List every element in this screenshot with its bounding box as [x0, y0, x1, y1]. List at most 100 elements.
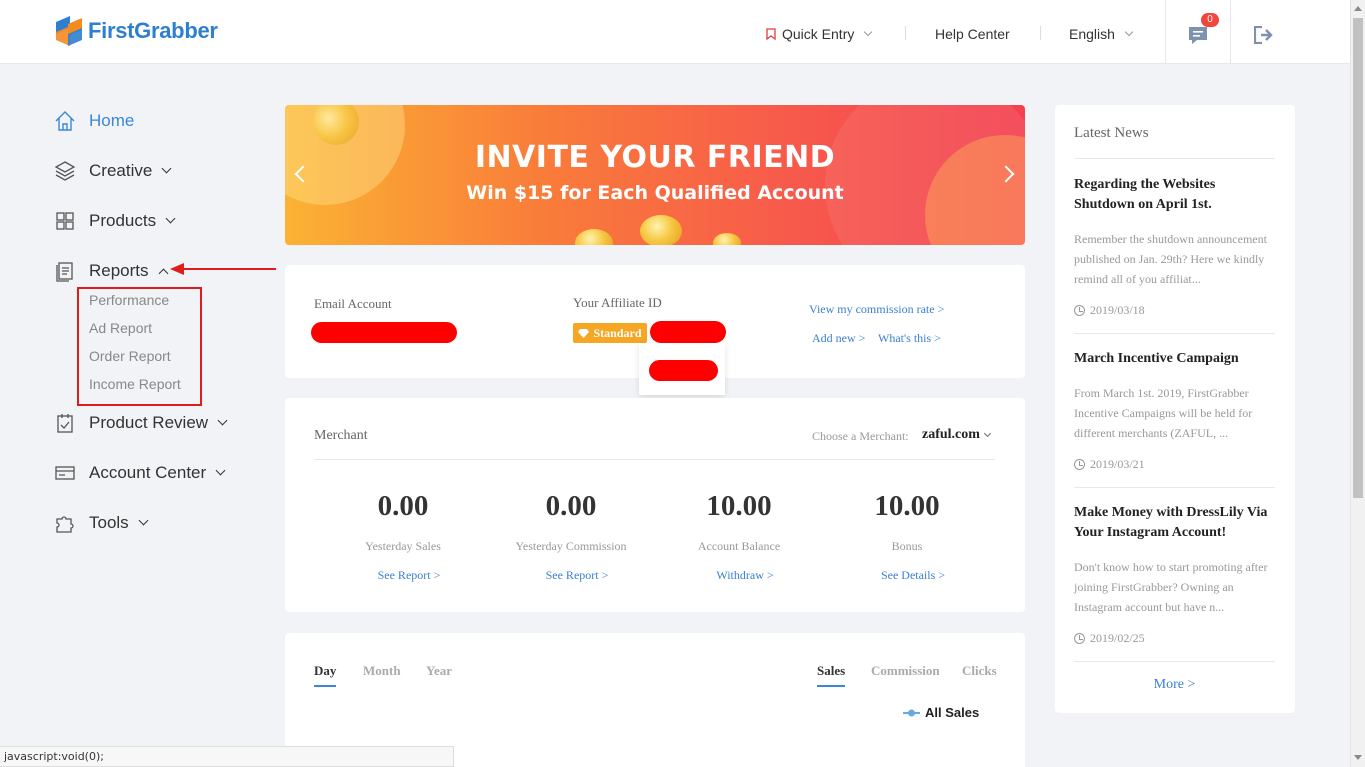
withdraw-link[interactable]: Withdraw >: [660, 568, 830, 583]
sidebar-item-product-review[interactable]: Product Review: [54, 412, 228, 434]
redacted-email: [311, 322, 457, 343]
news-item-date: 2019/02/25: [1074, 631, 1145, 646]
coin-decoration: [575, 229, 613, 245]
messages-button[interactable]: 0: [1165, 0, 1230, 64]
banner-subtitle: Win $15 for Each Qualified Account: [466, 182, 844, 204]
puzzle-icon: [56, 516, 74, 533]
news-item-title[interactable]: March Incentive Campaign: [1074, 349, 1274, 369]
logout-button[interactable]: [1230, 0, 1350, 64]
news-item-body: Don't know how to start promoting after …: [1074, 560, 1268, 614]
scroll-up-arrow-icon[interactable]: [1354, 6, 1362, 11]
stat-value: 0.00: [545, 490, 597, 522]
merchant-title: Merchant: [314, 428, 368, 443]
stat-value: 0.00: [377, 490, 429, 522]
coin-decoration: [640, 215, 682, 245]
redacted-affiliate-id: [650, 321, 726, 343]
grid-icon: [56, 212, 74, 230]
card-icon: [55, 466, 75, 480]
chevron-down-icon: [217, 415, 228, 426]
add-new-link[interactable]: Add new >: [812, 331, 865, 346]
promo-banner[interactable]: INVITE YOUR FRIEND Win $15 for Each Qual…: [285, 105, 1025, 245]
see-report-link[interactable]: See Report >: [324, 568, 494, 583]
sidebar-item-label: Creative: [89, 161, 153, 180]
tab-day[interactable]: Day: [314, 663, 337, 687]
tab-sales[interactable]: Sales: [817, 663, 846, 687]
tab-commission[interactable]: Commission: [871, 663, 940, 685]
tier-badge-label: Standard: [593, 325, 642, 340]
diamond-icon: [578, 329, 590, 338]
browser-status-bar: javascript:void(0);: [0, 746, 454, 767]
review-icon: [57, 414, 73, 433]
sidebar-item-account-center[interactable]: Account Center: [54, 462, 226, 484]
logo-text: FirstGrabber: [88, 18, 218, 43]
see-details-link[interactable]: See Details >: [828, 568, 998, 583]
news-date-text: 2019/02/25: [1090, 631, 1145, 645]
sidebar-item-label: Product Review: [89, 413, 209, 432]
sidebar-item-label: Home: [89, 111, 135, 130]
clock-icon: [1074, 305, 1085, 316]
sidebar-item-products[interactable]: Products: [54, 210, 176, 232]
tier-badge: Standard: [573, 323, 647, 343]
news-date-text: 2019/03/21: [1090, 457, 1145, 471]
home-icon: [55, 111, 75, 131]
tab-year[interactable]: Year: [426, 663, 452, 685]
sidebar-item-label: Account Center: [89, 463, 207, 482]
sidebar-item-home[interactable]: Home: [54, 110, 134, 132]
chevron-up-icon: [158, 268, 168, 278]
message-count-badge: 0: [1201, 13, 1219, 27]
news-item-title[interactable]: Make Money with DressLily Via Your Insta…: [1074, 503, 1274, 543]
redacted-affiliate-id: [649, 360, 718, 381]
see-report-link[interactable]: See Report >: [492, 568, 662, 583]
stat-label: Yesterday Commission: [515, 539, 627, 553]
sidebar-item-label: Tools: [89, 513, 129, 532]
sidebar-item-reports[interactable]: Reports: [54, 260, 168, 282]
clock-icon: [1074, 459, 1085, 470]
page-scrollbar[interactable]: [1350, 0, 1365, 767]
chevron-down-icon: [161, 163, 172, 174]
email-account-label: Email Account: [314, 296, 392, 311]
quick-entry-menu[interactable]: Quick Entry: [766, 26, 873, 42]
report-icon: [56, 262, 73, 282]
chart-legend[interactable]: All Sales: [903, 705, 979, 720]
stat-label: Bonus: [891, 539, 923, 553]
message-icon: [1189, 27, 1207, 44]
coin-decoration: [713, 233, 741, 245]
latest-news-heading: Latest News: [1074, 125, 1149, 141]
whats-this-link[interactable]: What's this >: [878, 331, 941, 346]
help-center-link[interactable]: Help Center: [935, 26, 1010, 42]
scroll-down-arrow-icon[interactable]: [1354, 755, 1362, 760]
news-item-title[interactable]: Regarding the Websites Shutdown on April…: [1074, 175, 1274, 215]
merchant-divider: [314, 459, 995, 460]
tab-month[interactable]: Month: [363, 663, 401, 685]
help-center-label: Help Center: [935, 26, 1010, 42]
legend-label: All Sales: [925, 705, 980, 720]
quick-entry-label: Quick Entry: [782, 26, 855, 42]
affiliate-id-label: Your Affiliate ID: [573, 295, 662, 310]
chevron-down-icon: [215, 465, 226, 476]
news-item-body: From March 1st. 2019, FirstGrabber Incen…: [1074, 386, 1253, 440]
chevron-down-icon: [864, 27, 873, 37]
sidebar-item-creative[interactable]: Creative: [54, 160, 172, 182]
bookmark-icon: [766, 28, 776, 40]
chevron-down-icon: [138, 515, 149, 526]
annotation-arrow-line: [182, 268, 276, 270]
news-divider: [1074, 333, 1275, 334]
banner-title: INVITE YOUR FRIEND: [474, 140, 836, 175]
scroll-thumb[interactable]: [1353, 18, 1363, 498]
sidebar-item-tools[interactable]: Tools: [54, 512, 149, 534]
annotation-highlight-box: [77, 287, 202, 406]
language-select[interactable]: English: [1069, 26, 1134, 42]
logo[interactable]: FirstGrabber: [54, 14, 218, 48]
commission-rate-link[interactable]: View my commission rate >: [809, 302, 944, 317]
news-divider: [1074, 661, 1275, 662]
chevron-down-icon: [983, 429, 991, 437]
news-item-date: 2019/03/21: [1074, 457, 1145, 472]
merchant-select[interactable]: zaful.com: [922, 427, 991, 443]
chevron-down-icon: [1124, 27, 1134, 37]
choose-merchant-label: Choose a Merchant:: [812, 429, 909, 443]
sidebar-item-label: Products: [89, 211, 157, 230]
tab-clicks[interactable]: Clicks: [962, 663, 997, 685]
sidebar-item-label: Reports: [89, 261, 149, 280]
header-divider: [905, 26, 906, 40]
more-news-link[interactable]: More >: [1074, 677, 1275, 693]
